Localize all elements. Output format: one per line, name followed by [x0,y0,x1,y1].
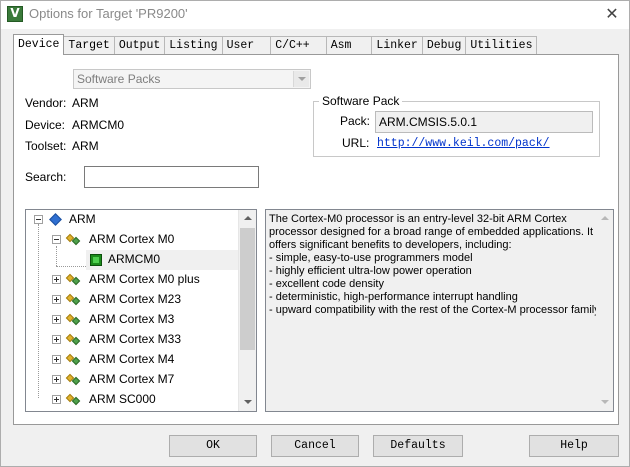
tab-strip: Device Target Output Listing User C/C++ … [13,34,538,55]
tree-item-arm-cortex-m0-plus[interactable]: ARM Cortex M0 plus [26,270,238,290]
tab-target[interactable]: Target [63,36,115,55]
search-input[interactable] [84,166,259,188]
chevron-down-icon[interactable] [293,71,309,87]
tab-output[interactable]: Output [113,36,166,55]
cancel-button[interactable]: Cancel [271,435,359,457]
tree-item-armcm0[interactable]: ARMCM0 [86,250,238,270]
tree-item-label: ARM [69,212,96,226]
pack-label: Pack: [340,114,371,128]
tab-c-cpp[interactable]: C/C++ [270,36,327,55]
device-tree[interactable]: ARM ARM Cortex M0 ARMCM0 ARM Cortex M0 p… [25,209,257,412]
tree-item-label: ARM SC000 [89,392,156,406]
tree-guide-line [56,266,90,267]
expand-icon[interactable] [52,275,61,284]
expand-icon[interactable] [52,295,61,304]
collapse-icon[interactable] [34,215,43,224]
search-label: Search: [25,170,67,184]
description-line: offers significant benefits to developer… [269,239,512,251]
tree-item-arm-cortex-m23[interactable]: ARM Cortex M23 [26,290,238,310]
description-line: - highly efficient ultra-low power opera… [269,265,472,277]
description-line: processor designed for a broad range of … [269,226,594,238]
tree-item-label: ARM Cortex M3 [89,312,175,326]
software-pack-title: Software Pack [319,94,403,108]
tab-device[interactable]: Device [13,34,65,55]
device-family-icon [65,393,82,407]
expand-icon[interactable] [52,315,61,324]
tree-item-label: ARM Cortex M0 [89,232,175,246]
scroll-down-icon[interactable] [239,394,256,411]
device-family-icon [65,233,82,247]
tree-item-arm[interactable]: ARM [26,210,238,230]
pack-field: ARM.CMSIS.5.0.1 [375,111,593,133]
toolset-value: ARM [72,139,99,153]
defaults-button[interactable]: Defaults [373,435,463,457]
expand-icon[interactable] [52,355,61,364]
description-line: - excellent code density [269,278,384,290]
tree-item-label: ARMCM0 [108,252,161,266]
tab-user[interactable]: User [221,36,272,55]
chip-icon [90,254,102,266]
url-label: URL: [342,136,370,150]
tree-item-arm-cortex-m3[interactable]: ARM Cortex M3 [26,310,238,330]
device-description: The Cortex-M0 processor is an entry-leve… [265,209,614,412]
expand-icon[interactable] [52,395,61,404]
database-combo-value: Software Packs [77,72,161,86]
window-title: Options for Target 'PR9200' [29,6,188,21]
expand-icon[interactable] [52,335,61,344]
tree-item-label: ARM Cortex M4 [89,352,175,366]
tree-scrollbar[interactable] [238,210,256,411]
tab-linker[interactable]: Linker [371,36,423,55]
device-family-icon [65,273,82,287]
scroll-up-icon[interactable] [596,210,613,227]
device-value: ARMCM0 [72,118,125,132]
database-combo[interactable]: Software Packs [73,69,311,89]
tab-asm[interactable]: Asm [325,36,373,55]
scroll-up-icon[interactable] [239,210,256,227]
pack-url-link[interactable]: http://www.keil.com/pack/ [377,137,550,150]
device-family-icon [65,313,82,327]
device-family-icon [65,293,82,307]
device-family-icon [65,373,82,387]
collapse-icon[interactable] [52,235,61,244]
tab-utilities[interactable]: Utilities [465,36,538,55]
tree-item-arm-sc000[interactable]: ARM SC000 [26,390,238,410]
tree-item-arm-cortex-m7[interactable]: ARM Cortex M7 [26,370,238,390]
device-family-icon [65,333,82,347]
tree-item-arm-cortex-m4[interactable]: ARM Cortex M4 [26,350,238,370]
tree-item-arm-cortex-m0[interactable]: ARM Cortex M0 [26,230,238,250]
keil-app-icon [7,6,23,22]
tree-item-label: ARM Cortex M7 [89,372,175,386]
scroll-thumb[interactable] [240,228,255,350]
vendor-label: Vendor: [25,96,67,110]
tree-item-arm-cortex-m33[interactable]: ARM Cortex M33 [26,330,238,350]
tab-listing[interactable]: Listing [164,36,223,55]
description-line: - deterministic, high-performance interr… [269,291,518,303]
tab-debug[interactable]: Debug [421,36,467,55]
options-dialog: Options for Target 'PR9200' ✕ Device Tar… [0,0,630,467]
tree-item-label: ARM Cortex M23 [89,292,182,306]
device-family-icon [65,353,82,367]
help-button[interactable]: Help [529,435,619,457]
scroll-down-icon[interactable] [596,394,613,411]
expand-icon[interactable] [52,375,61,384]
ok-button[interactable]: OK [169,435,257,457]
description-line: The Cortex-M0 processor is an entry-leve… [269,213,567,225]
description-line: - upward compatibility with the rest of … [269,304,602,316]
vendor-value: ARM [72,96,99,110]
description-line: - simple, easy-to-use programmers model [269,252,473,264]
title-bar: Options for Target 'PR9200' ✕ [1,1,629,29]
description-scrollbar[interactable] [596,210,613,411]
close-button[interactable]: ✕ [595,1,629,27]
tree-item-label: ARM Cortex M0 plus [89,272,200,286]
toolset-label: Toolset: [25,139,67,153]
device-label: Device: [25,118,66,132]
vendor-diamond-icon [50,214,60,224]
tree-item-label: ARM Cortex M33 [89,332,182,346]
